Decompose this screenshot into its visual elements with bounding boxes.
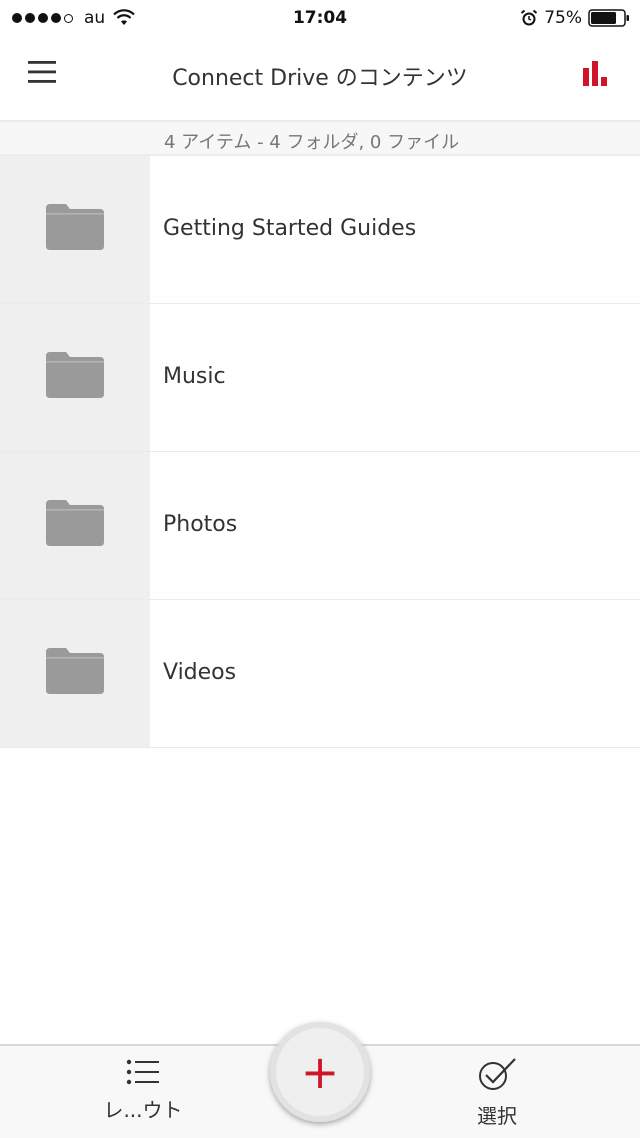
battery-icon <box>588 9 629 27</box>
folder-thumbnail <box>0 452 150 599</box>
folder-row-music[interactable]: Music <box>0 304 640 452</box>
select-button[interactable]: 選択 <box>452 1054 542 1134</box>
folder-icon <box>46 648 104 694</box>
folder-list: Getting Started Guides Music Photos Vide… <box>0 156 640 748</box>
summary-bar: 4 アイテム - 4 フォルダ, 0 ファイル <box>0 120 640 156</box>
layout-label: レ...ウト <box>103 1098 183 1122</box>
battery-percent: 75% <box>544 8 582 28</box>
item-count-summary: 4 アイテム - 4 フォルダ, 0 ファイル <box>164 132 460 153</box>
select-label: 選択 <box>477 1104 517 1128</box>
page-title: Connect Drive のコンテンツ <box>172 66 468 91</box>
folder-thumbnail <box>0 304 150 451</box>
folder-icon <box>46 204 104 250</box>
folder-name: Music <box>163 364 226 389</box>
folder-name: Getting Started Guides <box>163 216 417 241</box>
list-icon <box>126 1059 159 1085</box>
add-button[interactable]: + <box>270 1022 370 1122</box>
bar-chart-icon[interactable] <box>580 58 612 90</box>
status-bar: au 17:04 75% <box>0 0 640 40</box>
folder-name: Photos <box>163 512 238 537</box>
folder-thumbnail <box>0 156 150 303</box>
status-right: 75% <box>520 8 630 28</box>
alarm-clock-icon <box>521 9 538 26</box>
folder-thumbnail <box>0 600 150 747</box>
folder-name: Videos <box>163 660 237 685</box>
folder-icon <box>46 352 104 398</box>
folder-row-getting-started-guides[interactable]: Getting Started Guides <box>0 156 640 304</box>
nav-bar: Connect Drive のコンテンツ <box>0 40 640 120</box>
folder-row-photos[interactable]: Photos <box>0 452 640 600</box>
folder-icon <box>46 500 104 546</box>
folder-row-videos[interactable]: Videos <box>0 600 640 748</box>
layout-button[interactable]: レ...ウト <box>98 1054 188 1134</box>
hamburger-menu-icon[interactable] <box>26 56 58 88</box>
checkmark-circle-icon <box>479 1058 516 1090</box>
plus-icon: + <box>300 1045 340 1099</box>
